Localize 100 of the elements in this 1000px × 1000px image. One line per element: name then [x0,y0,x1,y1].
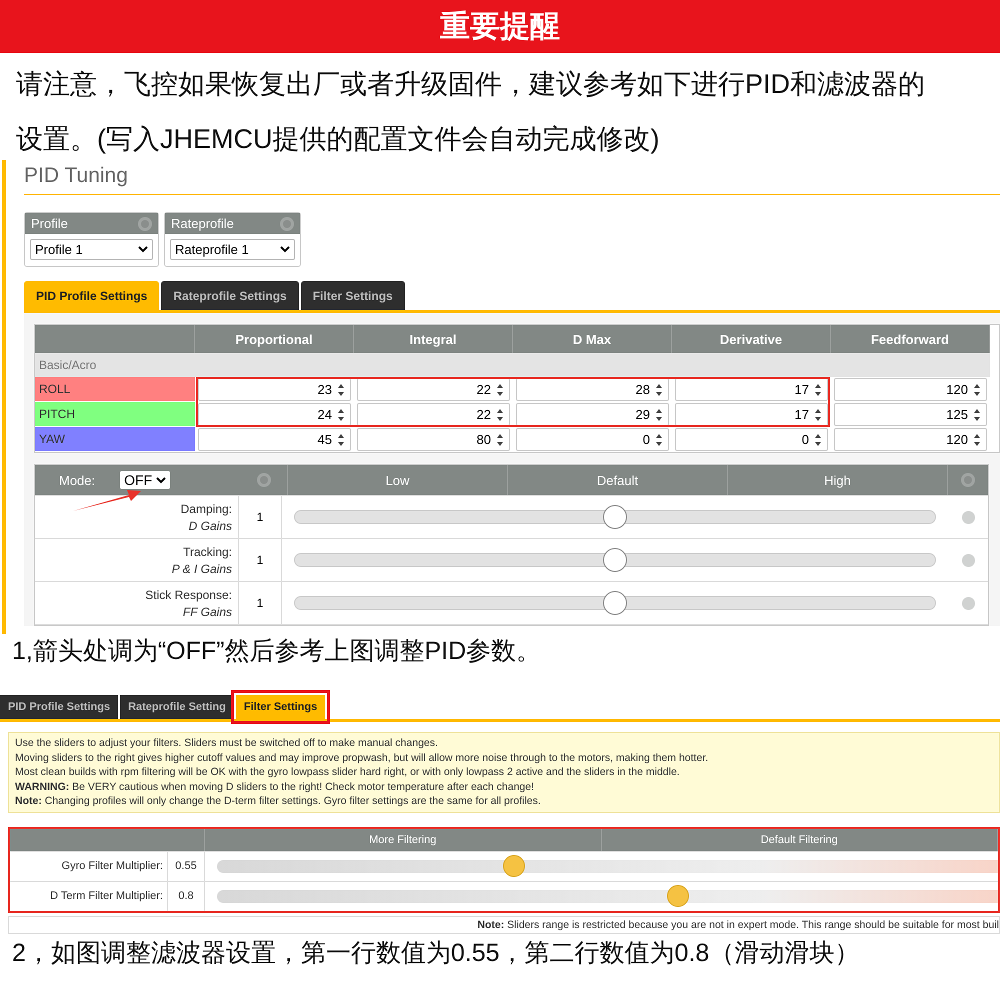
column-header: More Filtering [205,828,602,850]
mode-dropdown[interactable]: OFF [120,471,170,489]
spinner-icon [655,382,663,396]
column-header: Low [288,465,508,495]
spinner-icon [814,382,822,396]
notice-text: WARNING: Be VERY cautious when moving D sliders to the right! Check motor temperature after each change! [15,780,536,794]
number-field[interactable]: 0 [516,428,669,451]
number-field[interactable]: 23 [198,378,351,401]
chevron-icon [280,246,290,253]
axis-label: ROLL [35,377,195,402]
help-icon [962,554,974,566]
help-icon [961,473,975,487]
slider-value: 0.55 [168,852,205,880]
spinner-icon [496,382,504,396]
selector-label: Profile [31,216,68,231]
notice-text: Most clean builds with rpm filtering will be OK with the gyro lowpass slider hard right, or with only lowpass 2 active and the sliders in the middle. [15,765,681,780]
spinner-icon [496,408,504,422]
slider-thumb[interactable] [502,855,525,877]
selector-label: Rateprofile [171,216,234,231]
help-icon [138,216,152,230]
profile-dropdown[interactable]: Rateprofile 1 [170,239,295,260]
column-header: Integral [354,325,513,353]
slider-value: 1 [239,582,282,624]
mode-label: Mode: [59,472,96,488]
slider-track[interactable] [217,885,998,907]
slider-value: 1 [239,539,282,581]
number-field[interactable]: 17 [675,378,828,401]
slider-sublabel: D Gains [188,518,232,532]
tab[interactable]: PID Profile Settings [0,695,118,719]
slider-value: 0.8 [168,882,205,910]
instruction-text: 2，如图调整滤波器设置，第一行数值为0.55，第二行数值为0.8（滑动滑块） [11,938,860,968]
slider-track[interactable] [217,855,998,877]
number-field[interactable]: 125 [834,403,987,426]
column-header: Default [508,465,728,495]
tab[interactable]: Rateprofile Settings [161,281,299,310]
spinner-icon [655,408,663,422]
number-field[interactable]: 120 [834,428,987,451]
instruction-text: 请注意，飞控如果恢复出厂或者升级固件，建议参考如下进行PID和滤波器的设置。(写入JHEMCU提供的配置文件会自动完成修改) [15,68,926,156]
slider-sublabel: P & I Gains [170,562,232,576]
axis-label: YAW [35,427,195,452]
slider-thumb[interactable] [603,548,627,572]
spinner-icon [337,382,345,396]
spinner-icon [655,432,663,446]
help-icon [280,216,294,230]
slider-label: Stick Response: [144,588,232,602]
number-field[interactable]: 22 [357,403,510,426]
number-field[interactable]: 120 [834,378,987,401]
spinner-icon [973,382,981,396]
slider-track[interactable] [294,505,936,529]
help-icon [962,596,974,610]
number-field[interactable]: 29 [516,403,669,426]
number-field[interactable]: 17 [675,403,828,426]
profile-dropdown[interactable]: Profile 1 [30,239,153,260]
spinner-icon [496,432,504,446]
note-text: Note: Sliders range is restricted because you are not in expert mode. This range should be suitable for most buil [8,916,1000,934]
column-header: High [823,472,852,490]
spinner-icon [814,408,822,422]
slider-thumb[interactable] [666,885,689,907]
column-header: Derivative [672,325,831,353]
page-title: PID Tuning [24,160,1000,195]
slider-sublabel: FF Gains [182,604,232,618]
slider-label: Gyro Filter Multiplier: [10,852,168,880]
column-header: Proportional [195,325,354,353]
tab[interactable]: Filter Settings [236,695,326,719]
number-field[interactable]: 22 [357,378,510,401]
slider-thumb[interactable] [603,591,627,615]
slider-label: D Term Filter Multiplier: [10,882,168,910]
slider-thumb[interactable] [603,505,627,529]
instruction-text: 1,箭头处调为“OFF”然后参考上图调整PID参数。 [11,636,542,667]
notice-text: Moving sliders to the right gives higher cutoff values and may improve propwash, but will allow more noise through to the motors, making them hotter. [15,750,710,765]
help-icon [256,473,270,487]
number-field[interactable]: 24 [198,403,351,426]
notice-text: Note: Changing profiles will only change the D-term filter settings. Gyro filter settings are the same for all profiles. [15,794,542,808]
spinner-icon [973,408,981,422]
notice-text: Use the sliders to adjust your filters. Sliders must be switched off to make manual changes. [15,736,439,750]
axis-label: PITCH [35,402,195,427]
number-field[interactable]: 80 [357,428,510,451]
column-header: D Max [513,325,672,353]
spinner-icon [337,432,345,446]
tab[interactable]: PID Profile Settings [24,281,160,310]
slider-track[interactable] [294,548,936,572]
slider-label: Tracking: [182,544,232,558]
slider-value: 1 [239,496,282,538]
section-label: Basic/Acro [35,353,990,377]
chevron-icon [156,476,166,484]
help-icon [962,510,974,524]
column-header: Feedforward [831,325,990,353]
number-field[interactable]: 45 [198,428,351,451]
number-field[interactable]: 0 [675,428,828,451]
slider-track[interactable] [294,591,936,615]
spinner-icon [337,408,345,422]
slider-label: Damping: [180,502,232,516]
column-header: Default Filtering [602,828,998,850]
tab[interactable]: Rateprofile Setting [120,695,234,719]
tab[interactable]: Filter Settings [300,281,405,310]
banner-title: 重要提醒 [0,0,1000,53]
chevron-icon [138,246,148,253]
number-field[interactable]: 28 [516,378,669,401]
spinner-icon [814,432,822,446]
spinner-icon [973,432,981,446]
